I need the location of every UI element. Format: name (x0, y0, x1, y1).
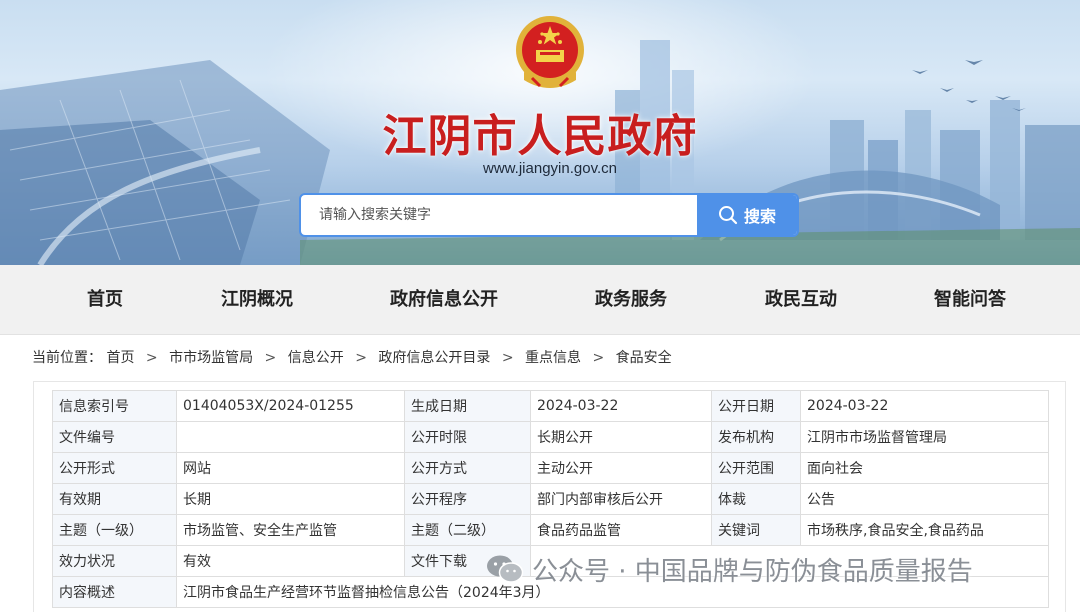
value-publish-period: 长期公开 (530, 421, 712, 453)
label-index-no: 信息索引号 (52, 390, 177, 422)
label-topic-level1: 主题（一级） (52, 514, 177, 546)
label-validity: 有效期 (52, 483, 177, 515)
search-button-label: 搜索 (743, 207, 776, 226)
nav-item-overview[interactable]: 江阴概况 (221, 265, 293, 335)
search-input[interactable] (301, 195, 699, 235)
label-publish-date: 公开日期 (711, 390, 801, 422)
value-validity: 长期 (176, 483, 405, 515)
table-row: 信息索引号 01404053X/2024-01255 生成日期 2024-03-… (52, 390, 1049, 422)
table-row: 文件编号 公开时限 长期公开 发布机构 江阴市市场监督管理局 (52, 421, 1049, 453)
label-publish-scope: 公开范围 (711, 452, 801, 484)
header-banner: 江阴市人民政府 www.jiangyin.gov.cn 搜索 (0, 0, 1080, 265)
national-emblem-icon (516, 16, 584, 88)
value-keywords: 市场秩序,食品安全,食品药品 (800, 514, 1049, 546)
breadcrumb-separator: > (592, 350, 605, 366)
table-row: 公开形式 网站 公开方式 主动公开 公开范围 面向社会 (52, 452, 1049, 484)
table-row: 有效期 长期 公开程序 部门内部审核后公开 体裁 公告 (52, 483, 1049, 515)
watermark-text: 公众号 · 中国品牌与防伪食品质量报告 (532, 556, 973, 587)
value-created-date: 2024-03-22 (530, 390, 712, 422)
value-publish-method: 主动公开 (530, 452, 712, 484)
main-nav: 首页 江阴概况 政府信息公开 政务服务 政民互动 智能问答 (0, 265, 1080, 335)
breadcrumb-link-info[interactable]: 信息公开 (288, 350, 344, 366)
nav-item-home[interactable]: 首页 (87, 265, 123, 335)
label-doc-number: 文件编号 (52, 421, 177, 453)
label-created-date: 生成日期 (404, 390, 531, 422)
label-publish-period: 公开时限 (404, 421, 531, 453)
breadcrumb-link-catalog[interactable]: 政府信息公开目录 (378, 350, 490, 366)
breadcrumb-separator: > (145, 350, 158, 366)
label-publish-procedure: 公开程序 (404, 483, 531, 515)
breadcrumb-separator: > (264, 350, 277, 366)
site-title: 江阴市人民政府 (382, 111, 698, 162)
breadcrumb-link-food-safety[interactable]: 食品安全 (616, 350, 672, 366)
breadcrumb: 当前位置： 首页 > 市市场监管局 > 信息公开 > 政府信息公开目录 > 重点… (32, 347, 672, 369)
label-publish-method: 公开方式 (404, 452, 531, 484)
value-index-no: 01404053X/2024-01255 (176, 390, 405, 422)
value-topic-level1: 市场监管、安全生产监管 (176, 514, 405, 546)
value-publish-procedure: 部门内部审核后公开 (530, 483, 712, 515)
value-topic-level2: 食品药品监管 (530, 514, 712, 546)
label-publish-form: 公开形式 (52, 452, 177, 484)
value-issuer: 江阴市市场监督管理局 (800, 421, 1049, 453)
nav-item-interaction[interactable]: 政民互动 (765, 265, 837, 335)
breadcrumb-link-home[interactable]: 首页 (106, 350, 134, 366)
search-bar: 搜索 (299, 193, 799, 237)
value-doc-number (176, 421, 405, 453)
breadcrumb-link-key-info[interactable]: 重点信息 (525, 350, 581, 366)
value-effect-status: 有效 (176, 545, 405, 577)
nav-item-services[interactable]: 政务服务 (595, 265, 667, 335)
label-effect-status: 效力状况 (52, 545, 177, 577)
wechat-icon (487, 555, 524, 583)
label-topic-level2: 主题（二级） (404, 514, 531, 546)
site-url: www.jiangyin.gov.cn (483, 160, 617, 177)
search-icon (718, 206, 738, 225)
nav-item-qa[interactable]: 智能问答 (934, 265, 1006, 335)
breadcrumb-link-bureau[interactable]: 市市场监管局 (169, 350, 253, 366)
value-publish-scope: 面向社会 (800, 452, 1049, 484)
label-genre: 体裁 (711, 483, 801, 515)
breadcrumb-separator: > (355, 350, 367, 366)
value-publish-date: 2024-03-22 (800, 390, 1049, 422)
label-issuer: 发布机构 (711, 421, 801, 453)
label-summary: 内容概述 (52, 576, 177, 608)
table-row: 主题（一级） 市场监管、安全生产监管 主题（二级） 食品药品监管 关键词 市场秩… (52, 514, 1049, 546)
value-genre: 公告 (800, 483, 1049, 515)
value-publish-form: 网站 (176, 452, 405, 484)
label-keywords: 关键词 (711, 514, 801, 546)
nav-item-gov-info[interactable]: 政府信息公开 (390, 265, 498, 335)
search-button[interactable]: 搜索 (697, 195, 797, 235)
watermark: 公众号 · 中国品牌与防伪食品质量报告 (486, 549, 973, 589)
breadcrumb-separator: > (501, 350, 514, 366)
breadcrumb-prefix: 当前位置： (32, 350, 102, 366)
